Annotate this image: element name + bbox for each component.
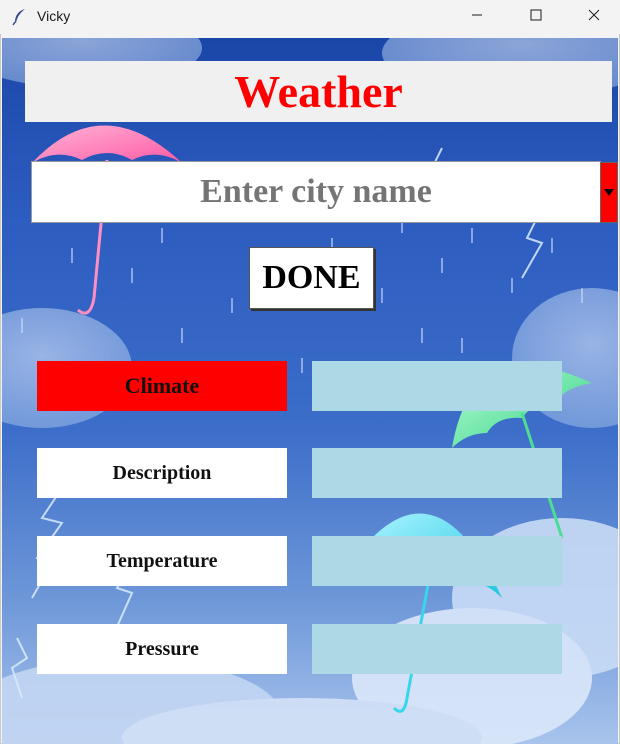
climate-label: Climate [37,361,287,411]
done-button[interactable]: DONE [249,247,374,309]
maximize-icon [530,8,542,26]
description-label: Description [37,448,287,498]
window-title: Vicky [37,8,71,24]
city-dropdown-button[interactable] [600,162,618,223]
minimize-button[interactable] [448,0,506,34]
minimize-icon [471,8,483,26]
caret-down-icon [604,184,614,202]
maximize-button[interactable] [507,0,565,34]
climate-value [312,361,562,411]
pressure-value [312,624,562,674]
temperature-label: Temperature [37,536,287,586]
pressure-label: Pressure [37,624,287,674]
title-bar[interactable]: Vicky [0,0,620,34]
feather-icon [12,8,28,26]
weather-title: Weather [234,66,403,117]
temperature-value [312,536,562,586]
app-window: Vicky Weather Enter city name DONE Clima… [0,0,620,744]
close-button[interactable] [565,0,620,34]
city-name-input[interactable] [32,161,600,223]
close-icon [588,8,600,26]
weather-title-banner: Weather [25,61,612,122]
city-combobox[interactable] [31,161,601,223]
description-value [312,448,562,498]
app-client-area: Weather DONE Climate Description Tempera… [2,38,618,744]
